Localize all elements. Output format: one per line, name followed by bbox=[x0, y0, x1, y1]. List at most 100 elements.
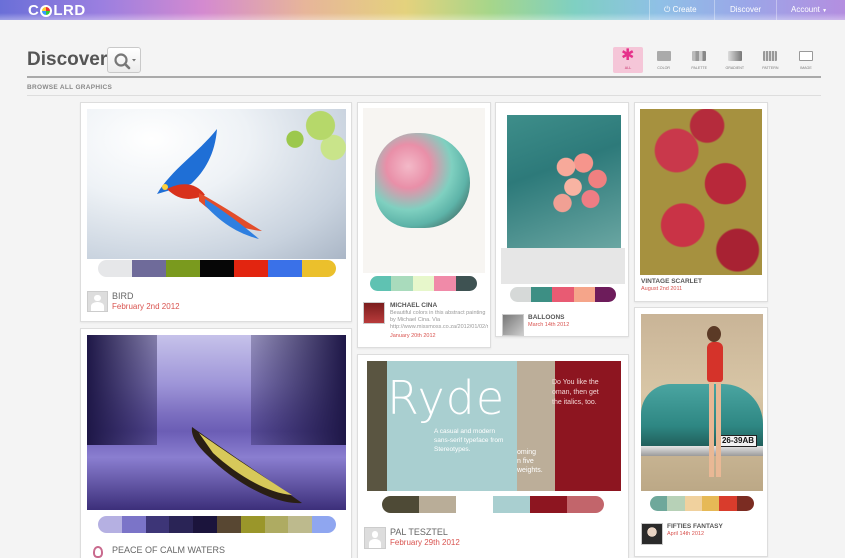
fifties-fantasy-image[interactable]: 26-39AB bbox=[641, 314, 763, 491]
swatch[interactable] bbox=[455, 276, 477, 291]
woman-head bbox=[707, 326, 721, 342]
swatch[interactable] bbox=[268, 260, 302, 277]
swatch[interactable] bbox=[240, 516, 265, 533]
user-avatar[interactable] bbox=[93, 546, 103, 558]
swatch[interactable] bbox=[552, 287, 574, 302]
swatch[interactable] bbox=[302, 260, 336, 277]
filter-palette[interactable]: PALETTE bbox=[684, 47, 714, 73]
swatch[interactable] bbox=[98, 260, 132, 277]
car-plate: 26-39AB bbox=[719, 435, 757, 447]
balloons-palette[interactable] bbox=[510, 287, 616, 302]
swatch[interactable] bbox=[98, 516, 122, 533]
card-title[interactable]: VINTAGE SCARLET bbox=[641, 278, 702, 285]
swatch[interactable] bbox=[234, 260, 268, 277]
card-date: January 20th 2012 bbox=[390, 333, 436, 339]
swatch[interactable] bbox=[200, 260, 234, 277]
account-menu[interactable]: Account ▼ bbox=[776, 0, 845, 20]
card-title[interactable]: BALLOONS bbox=[528, 314, 564, 321]
parrot-illustration bbox=[157, 129, 262, 239]
swatch[interactable] bbox=[594, 287, 616, 302]
ryde-palette[interactable] bbox=[382, 496, 604, 513]
graphic-card-bird[interactable]: BIRD February 2nd 2012 bbox=[80, 102, 352, 322]
card-title[interactable]: PEACE OF CALM WATERS bbox=[112, 545, 225, 555]
swatch[interactable] bbox=[382, 496, 419, 513]
swatch[interactable] bbox=[573, 287, 595, 302]
chevron-down-icon: ▼ bbox=[822, 8, 828, 14]
swatch[interactable] bbox=[493, 496, 530, 513]
swatch[interactable] bbox=[193, 516, 217, 533]
discover-link[interactable]: Discover bbox=[714, 0, 776, 20]
user-avatar[interactable] bbox=[363, 302, 385, 324]
calm-waters-palette[interactable] bbox=[98, 516, 336, 533]
swatch[interactable] bbox=[434, 276, 456, 291]
bird-image[interactable] bbox=[87, 109, 346, 259]
logo-letter-c: C bbox=[28, 2, 40, 19]
top-nav: ⏻ Create Discover Account ▼ bbox=[649, 0, 845, 20]
calm-waters-image[interactable] bbox=[87, 335, 346, 510]
search-button[interactable] bbox=[107, 47, 141, 73]
filter-image[interactable]: IMAGE bbox=[791, 47, 821, 73]
user-avatar[interactable] bbox=[364, 527, 386, 549]
gradient-icon bbox=[727, 51, 742, 61]
fifties-fantasy-palette[interactable] bbox=[650, 496, 754, 511]
poster-dark-strip bbox=[367, 361, 387, 491]
discover-label: Discover bbox=[729, 5, 762, 14]
poster-side-line-2: oman, then get bbox=[552, 389, 599, 396]
swatch[interactable] bbox=[567, 496, 604, 513]
swatch[interactable] bbox=[650, 496, 668, 511]
logo[interactable]: C LRD bbox=[28, 2, 86, 19]
swatch[interactable] bbox=[216, 516, 241, 533]
card-date: February 2nd 2012 bbox=[112, 302, 180, 311]
swatch[interactable] bbox=[412, 276, 435, 291]
poster-weights: weights. bbox=[517, 467, 543, 474]
swatch[interactable] bbox=[419, 496, 456, 513]
swatch[interactable] bbox=[510, 287, 532, 302]
swatch[interactable] bbox=[145, 516, 170, 533]
graphic-card-pal-tesztel[interactable]: Ryde A casual and modern sans-serif type… bbox=[357, 354, 629, 558]
graphic-card-vintage-scarlet[interactable]: VINTAGE SCARLET August 2nd 2011 bbox=[634, 102, 768, 302]
filter-label: IMAGE bbox=[800, 66, 812, 70]
swatch[interactable] bbox=[166, 260, 200, 277]
graphic-card-balloons[interactable]: BALLOONS March 14th 2012 bbox=[495, 102, 629, 337]
card-title[interactable]: BIRD bbox=[112, 291, 134, 301]
user-avatar[interactable] bbox=[502, 314, 524, 336]
balloons-image[interactable] bbox=[507, 115, 621, 248]
swatch[interactable] bbox=[264, 516, 289, 533]
swatch[interactable] bbox=[530, 496, 567, 513]
swatch[interactable] bbox=[391, 276, 413, 291]
search-icon bbox=[114, 53, 136, 70]
card-title[interactable]: PAL TESZTEL bbox=[390, 527, 448, 537]
logo-letters: LRD bbox=[53, 2, 86, 19]
bird-palette[interactable] bbox=[98, 260, 336, 277]
swatch[interactable] bbox=[719, 496, 737, 511]
michael-cina-palette[interactable] bbox=[370, 276, 477, 291]
ryde-poster-image[interactable]: Ryde A casual and modern sans-serif type… bbox=[367, 361, 621, 491]
filter-pattern[interactable]: PATTERN bbox=[755, 47, 785, 73]
swatch[interactable] bbox=[312, 516, 336, 533]
swatch[interactable] bbox=[456, 496, 493, 513]
swatch[interactable] bbox=[132, 260, 166, 277]
graphic-card-michael-cina[interactable]: MICHAEL CINA Beautiful colors in this ab… bbox=[357, 102, 491, 348]
card-title[interactable]: FIFTIES FANTASY bbox=[667, 523, 723, 530]
filter-all[interactable]: ✱ ALL bbox=[613, 47, 643, 73]
vintage-scarlet-image[interactable] bbox=[640, 109, 762, 275]
filter-gradient[interactable]: GRADIENT bbox=[720, 47, 750, 73]
graphic-card-fifties-fantasy[interactable]: 26-39AB FIFTIES FANTASY April 14th 2012 bbox=[634, 307, 768, 557]
filter-color[interactable]: COLOR bbox=[649, 47, 679, 73]
user-avatar[interactable] bbox=[641, 523, 663, 545]
swatch[interactable] bbox=[121, 516, 146, 533]
swatch[interactable] bbox=[531, 287, 553, 302]
swatch[interactable] bbox=[169, 516, 194, 533]
michael-cina-image[interactable] bbox=[363, 108, 485, 273]
create-button[interactable]: ⏻ Create bbox=[649, 0, 714, 20]
swatch[interactable] bbox=[684, 496, 702, 511]
swatch[interactable] bbox=[370, 276, 392, 291]
graphic-card-peace-of-calm-waters[interactable]: PEACE OF CALM WATERS bbox=[80, 328, 352, 558]
abstract-paint-shape bbox=[375, 133, 470, 228]
user-avatar[interactable] bbox=[87, 291, 108, 312]
swatch[interactable] bbox=[288, 516, 313, 533]
card-title[interactable]: MICHAEL CINA bbox=[390, 302, 437, 309]
swatch[interactable] bbox=[701, 496, 720, 511]
swatch[interactable] bbox=[667, 496, 685, 511]
swatch[interactable] bbox=[736, 496, 754, 511]
